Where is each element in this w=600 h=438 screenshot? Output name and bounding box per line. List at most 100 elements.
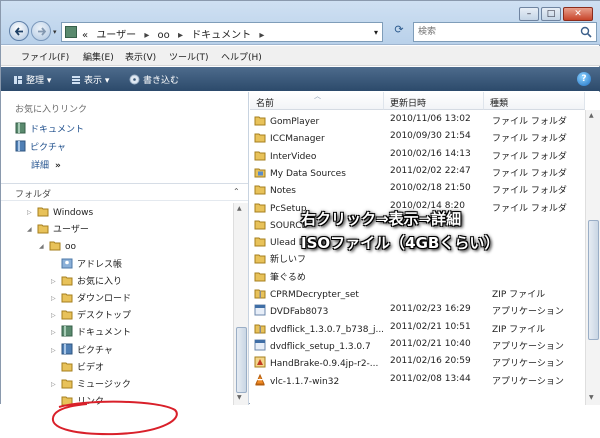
table-row[interactable]: CPRMDecrypter_set ZIP ファイル: [250, 284, 585, 301]
maximize-button[interactable]: □: [541, 7, 561, 21]
table-row[interactable]: vlc-1.1.7-win32 2011/02/08 13:44 アプリケーション: [250, 371, 585, 388]
file-date: 2011/02/21 10:51: [390, 321, 471, 332]
expanded-arrow-icon[interactable]: ◢: [27, 226, 35, 233]
breadcrumb-documents[interactable]: ドキュメント: [191, 30, 251, 41]
folder-icon: [37, 205, 49, 220]
documents-folder-icon: [65, 26, 77, 38]
forward-button[interactable]: [31, 21, 51, 41]
video-folder-icon: [61, 360, 73, 375]
menu-view[interactable]: 表示(V): [125, 50, 156, 63]
address-bar[interactable]: « ユーザー ▸ oo ▸ ドキュメント ▸ ▾: [61, 22, 383, 42]
folder-tree-scrollbar[interactable]: ▲ ▼: [233, 203, 248, 405]
column-type[interactable]: 種類: [484, 92, 585, 110]
handbrake-icon: [254, 356, 266, 371]
tree-item[interactable]: ビデオ: [51, 360, 104, 377]
column-date-modified[interactable]: 更新日時: [384, 92, 484, 110]
tree-item-label: ダウンロード: [77, 294, 132, 304]
table-row[interactable]: 筆ぐるめ: [250, 267, 585, 284]
table-row[interactable]: InterVideo 2010/02/16 14:13 ファイル フォルダ: [250, 146, 585, 163]
expanded-arrow-icon[interactable]: ◢: [39, 243, 47, 250]
chevron-up-icon[interactable]: ⌃: [233, 187, 240, 196]
collapsed-arrow-icon[interactable]: ▷: [51, 381, 59, 388]
tree-item[interactable]: ▷ ピクチャ: [51, 343, 113, 360]
table-row[interactable]: dvdflick_setup_1.3.0.7 2011/02/21 10:40 アプ…: [250, 336, 585, 353]
breadcrumb-overflow[interactable]: «: [82, 30, 88, 41]
file-name-cell: Notes: [254, 183, 296, 198]
tree-item[interactable]: ◢ oo: [39, 239, 76, 256]
tree-item[interactable]: アドレス帳: [51, 257, 122, 274]
file-name-cell: Ulead D: [254, 235, 306, 250]
table-row[interactable]: DVDFab8073 2011/02/23 16:29 アプリケーション: [250, 301, 585, 318]
file-name-cell: 筆ぐるめ: [254, 270, 306, 285]
breadcrumb-separator-icon[interactable]: ▸: [259, 30, 264, 41]
collapsed-arrow-icon[interactable]: ▷: [51, 278, 59, 285]
file-type: ZIP ファイル: [492, 324, 546, 335]
scroll-up-icon[interactable]: ▲: [237, 205, 242, 212]
folders-header[interactable]: フォルダ ⌃: [1, 183, 248, 201]
folder-icon: [254, 270, 266, 285]
collapsed-arrow-icon[interactable]: ▷: [27, 209, 35, 216]
scroll-down-icon[interactable]: ▼: [237, 394, 242, 401]
table-row[interactable]: HandBrake-0.9.4jp-r2-... 2011/02/16 20:59…: [250, 353, 585, 370]
tree-item[interactable]: ▷ お気に入り: [51, 274, 122, 291]
table-row[interactable]: GomPlayer 2010/11/06 13:02 ファイル フォルダ: [250, 111, 585, 128]
folders-header-label: フォルダ: [15, 190, 52, 200]
menu-file[interactable]: ファイル(F): [21, 50, 69, 63]
breadcrumb-separator-icon[interactable]: ▸: [144, 30, 149, 41]
sort-ascending-icon: ︿: [314, 92, 321, 100]
file-name-cell: dvdflick_setup_1.3.0.7: [254, 339, 371, 354]
tree-item-label: アドレス帳: [77, 259, 123, 270]
search-icon[interactable]: [580, 26, 592, 38]
breadcrumb-users[interactable]: ユーザー: [96, 30, 136, 41]
folder-icon: [49, 239, 61, 254]
table-row[interactable]: ICCManager 2010/09/30 21:54 ファイル フォルダ: [250, 128, 585, 145]
minimize-button[interactable]: –: [519, 7, 539, 21]
menu-help[interactable]: ヘルプ(H): [221, 50, 262, 63]
scroll-down-icon[interactable]: ▼: [589, 394, 594, 401]
favorite-link-pictures[interactable]: ピクチャ: [15, 140, 66, 153]
back-button[interactable]: [9, 21, 29, 41]
views-button[interactable]: 表示 ▾: [71, 73, 109, 86]
tree-item[interactable]: ▷ Windows: [27, 205, 93, 222]
column-name-label: 名前: [256, 99, 275, 109]
address-dropdown-icon[interactable]: ▾: [374, 28, 378, 37]
scrollbar-thumb[interactable]: [236, 327, 247, 393]
scroll-up-icon[interactable]: ▲: [589, 112, 594, 119]
collapsed-arrow-icon[interactable]: ▷: [51, 312, 59, 319]
file-name: Notes: [270, 186, 296, 197]
annotation-line-2: ISOファイル（4GBくらい）: [301, 234, 500, 252]
file-name: My Data Sources: [270, 168, 346, 179]
tree-item[interactable]: ▷ ミュージック: [51, 377, 131, 394]
close-button[interactable]: ✕: [563, 7, 593, 21]
scrollbar-thumb[interactable]: [588, 220, 599, 340]
tree-item[interactable]: ▷ ドキュメント: [51, 325, 131, 342]
recent-pages-dropdown-icon[interactable]: ▾: [53, 28, 57, 36]
tree-item-label: お気に入り: [77, 276, 123, 287]
menu-edit[interactable]: 編集(E): [83, 50, 114, 63]
table-row[interactable]: My Data Sources 2011/02/02 22:47 ファイル フォルダ: [250, 163, 585, 180]
file-list-scrollbar[interactable]: ▲ ▼: [585, 110, 600, 405]
refresh-icon[interactable]: ⟳: [389, 23, 409, 41]
column-name[interactable]: 名前 ︿: [250, 92, 384, 110]
tree-item[interactable]: ◢ ユーザー: [27, 222, 89, 239]
file-type: アプリケーション: [492, 341, 564, 352]
more-links[interactable]: 詳細 »: [31, 158, 61, 171]
breadcrumb-separator-icon[interactable]: ▸: [178, 30, 183, 41]
favorite-link-documents[interactable]: ドキュメント: [15, 122, 84, 135]
search-box[interactable]: [413, 22, 597, 42]
tree-item[interactable]: ▷ デスクトップ: [51, 308, 131, 325]
tree-item[interactable]: ▷ ダウンロード: [51, 291, 131, 308]
breadcrumb-user-oo[interactable]: oo: [158, 30, 170, 41]
menu-tools[interactable]: ツール(T): [169, 50, 209, 63]
folder-icon: [37, 222, 49, 237]
collapsed-arrow-icon[interactable]: ▷: [51, 295, 59, 302]
organize-button[interactable]: 整理 ▾: [13, 73, 51, 86]
file-name: CPRMDecrypter_set: [270, 290, 359, 300]
collapsed-arrow-icon[interactable]: ▷: [51, 347, 59, 354]
collapsed-arrow-icon[interactable]: ▷: [51, 329, 59, 336]
table-row[interactable]: Notes 2010/02/18 21:50 ファイル フォルダ: [250, 180, 585, 197]
table-row[interactable]: dvdflick_1.3.0.7_b738_j... 2011/02/21 10:…: [250, 319, 585, 336]
burn-button[interactable]: 書き込む: [129, 73, 179, 86]
help-icon[interactable]: ?: [577, 72, 591, 86]
search-input[interactable]: [418, 25, 568, 39]
